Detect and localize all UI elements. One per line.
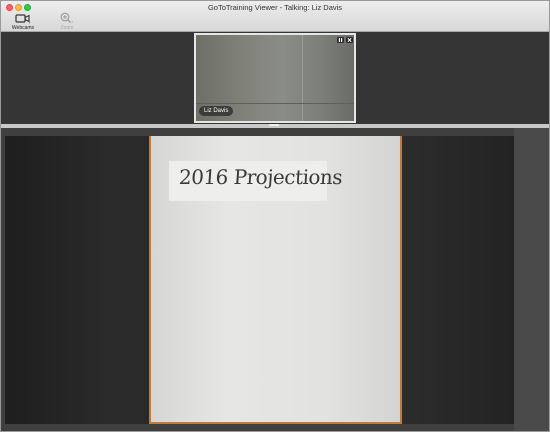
- webcams-button[interactable]: Webcams: [8, 12, 38, 31]
- whiteboard-text: 2016 Projections: [178, 165, 344, 189]
- presenter-name-badge: Liz Davis: [199, 106, 234, 116]
- webcam-video[interactable]: Liz Davis: [194, 33, 356, 123]
- webcam-strip: Liz Davis: [1, 32, 549, 124]
- whiteboard: 2016 Projections: [149, 136, 402, 424]
- close-icon: [347, 38, 352, 42]
- webcam-wall-edge: [302, 35, 303, 121]
- zoom-icon: [60, 12, 74, 23]
- webcam-floor-edge: [196, 103, 354, 104]
- pause-webcam-button[interactable]: [337, 37, 344, 43]
- app-window: GoToTraining Viewer - Talking: Liz Davis…: [0, 0, 550, 432]
- close-webcam-button[interactable]: [346, 37, 353, 43]
- video-camera-icon: [15, 13, 31, 23]
- zoom-label: Zoom: [60, 25, 74, 31]
- pause-icon: [338, 38, 343, 42]
- video-background-right: [402, 136, 514, 424]
- window-title: GoToTraining Viewer - Talking: Liz Davis: [207, 3, 343, 12]
- title-bar: GoToTraining Viewer - Talking: Liz Davis…: [1, 1, 549, 32]
- zoom-button[interactable]: Zoom: [52, 12, 82, 31]
- splitter-grip[interactable]: [269, 124, 279, 126]
- webcams-label: Webcams: [11, 25, 35, 31]
- shared-screen-area: 2016 Projections: [1, 128, 549, 431]
- side-panel: [514, 128, 549, 431]
- shared-video-feed: 2016 Projections: [5, 136, 514, 424]
